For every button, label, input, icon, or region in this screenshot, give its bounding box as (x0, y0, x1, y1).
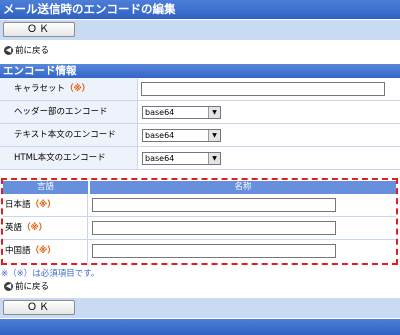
back-arrow-icon: ◀ (4, 45, 13, 55)
name-input-en[interactable] (92, 221, 336, 235)
back-link-bottom[interactable]: ◀ 前に戻る (4, 280, 49, 292)
charset-label: キャラセット（※） (0, 78, 138, 100)
required-mark: （※） (22, 223, 48, 233)
ok-button-bottom[interactable]: ＯＫ (3, 300, 75, 315)
text-encoding-label: テキスト本文のエンコード (0, 124, 138, 146)
required-mark: （※） (30, 246, 56, 256)
name-input-ja[interactable] (92, 198, 336, 212)
text-encoding-row: テキスト本文のエンコード base64 ▼ (0, 124, 400, 147)
name-input-zh[interactable] (92, 244, 336, 258)
html-encoding-value: base64 (145, 154, 175, 163)
section-header-encoding-info: エンコード情報 (0, 64, 400, 78)
back-link-label: 前に戻る (15, 282, 50, 292)
language-label-zh: 中国語（※） (3, 240, 88, 262)
header-encoding-label: ヘッダー部のエンコード (0, 101, 138, 123)
header-encoding-value: base64 (145, 108, 175, 117)
chevron-down-icon[interactable]: ▼ (208, 107, 220, 118)
bottom-button-bar: ＯＫ (0, 298, 400, 318)
footer-bar (0, 319, 400, 335)
required-note: ※（※）は必須項目です。 (1, 269, 100, 279)
table-row: 英語（※） (3, 217, 396, 240)
language-label-ja: 日本語（※） (3, 194, 88, 216)
header-encoding-select[interactable]: base64 ▼ (142, 106, 221, 119)
html-encoding-row: HTML本文のエンコード base64 ▼ (0, 147, 400, 170)
table-row: 日本語（※） (3, 194, 396, 217)
required-mark: （※） (65, 84, 91, 94)
top-button-bar: ＯＫ (0, 20, 400, 40)
column-header-name: 名称 (234, 182, 252, 192)
language-label-en: 英語（※） (3, 217, 88, 239)
charset-row: キャラセット（※） (0, 78, 400, 101)
ok-button-top[interactable]: ＯＫ (3, 22, 75, 37)
table-row: 中国語（※） (3, 240, 396, 263)
chevron-down-icon[interactable]: ▼ (208, 153, 220, 164)
text-encoding-value: base64 (145, 131, 175, 140)
names-table-header: 言語 名称 (3, 181, 396, 194)
text-encoding-select[interactable]: base64 ▼ (142, 129, 221, 142)
charset-input[interactable] (141, 82, 385, 96)
header-encoding-row: ヘッダー部のエンコード base64 ▼ (0, 101, 400, 124)
back-link-top[interactable]: ◀ 前に戻る (4, 44, 49, 56)
html-encoding-label: HTML本文のエンコード (0, 147, 138, 169)
chevron-down-icon[interactable]: ▼ (208, 130, 220, 141)
page-title: メール送信時のエンコードの編集 (0, 0, 400, 19)
back-arrow-icon: ◀ (4, 281, 13, 291)
required-mark: （※） (30, 200, 56, 210)
column-header-language: 言語 (36, 182, 54, 192)
back-link-label: 前に戻る (15, 46, 50, 56)
html-encoding-select[interactable]: base64 ▼ (142, 152, 221, 165)
